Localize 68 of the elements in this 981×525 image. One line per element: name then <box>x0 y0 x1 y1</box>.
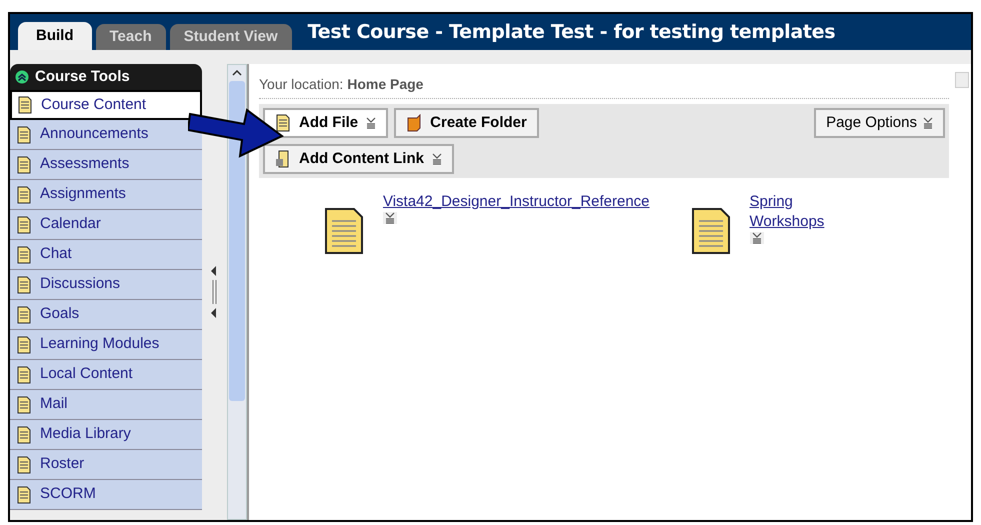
page-icon <box>16 126 32 144</box>
menu-caret-icon[interactable] <box>752 232 762 244</box>
expand-icon[interactable] <box>15 70 29 84</box>
sidebar-item-label[interactable]: Learning Modules <box>40 333 160 356</box>
page-icon <box>16 486 32 504</box>
linked-page-icon <box>274 150 291 168</box>
sidebar-item[interactable]: Discussions <box>10 270 202 300</box>
sidebar-item[interactable]: SCORM <box>10 480 202 510</box>
sidebar-item[interactable]: Assessments <box>10 150 202 180</box>
file-link[interactable]: Vista42_Designer_Instructor_Reference <box>382 192 650 212</box>
sidebar-item[interactable]: Mail <box>10 390 202 420</box>
sidebar-item-label[interactable]: Mail <box>40 393 68 416</box>
page-icon <box>16 456 32 474</box>
page-icon <box>274 114 291 132</box>
create-folder-button[interactable]: Create Folder <box>394 108 539 138</box>
sidebar-item-label[interactable]: Course Content <box>41 94 146 116</box>
sidebar-item-label[interactable]: Discussions <box>40 273 120 296</box>
scroll-thumb[interactable] <box>229 81 245 401</box>
tab[interactable]: Build <box>18 22 92 50</box>
document-icon[interactable] <box>690 206 732 256</box>
sidebar-item-label[interactable]: SCORM <box>40 483 96 506</box>
page-icon <box>16 276 32 294</box>
sidebar-item-label[interactable]: Assignments <box>40 183 126 206</box>
tab[interactable]: Student View <box>170 24 292 50</box>
sidebar-item[interactable]: Announcements <box>10 120 202 150</box>
page-icon <box>16 366 32 384</box>
sidebar-item[interactable]: Chat <box>10 240 202 270</box>
sidebar-item[interactable]: Media Library <box>10 420 202 450</box>
sidebar-item[interactable]: Course Content <box>10 90 202 120</box>
page-icon <box>16 186 32 204</box>
sidebar-item[interactable]: Local Content <box>10 360 202 390</box>
page-icon <box>16 336 32 354</box>
sidebar-item-label[interactable]: Calendar <box>40 213 101 236</box>
sidebar-item[interactable]: Assignments <box>10 180 202 210</box>
page-icon <box>16 426 32 444</box>
sidebar-item-label[interactable]: Chat <box>40 243 72 266</box>
tab[interactable]: Teach <box>96 24 166 50</box>
menu-caret-icon[interactable] <box>384 212 395 224</box>
menu-caret-icon[interactable] <box>366 117 376 129</box>
course-title: Test Course - Template Test - for testing templates <box>308 20 836 45</box>
sidebar-item-label[interactable]: Assessments <box>40 153 130 176</box>
page-icon <box>16 156 32 174</box>
menu-caret-icon[interactable] <box>922 117 933 129</box>
add-link-button[interactable]: Add Content Link <box>262 144 454 174</box>
sidebar-title: Course Tools <box>35 66 130 87</box>
sidebar-item-label[interactable]: Announcements <box>40 123 148 146</box>
scroll-up-icon[interactable] <box>232 70 242 76</box>
page-icon <box>17 96 33 114</box>
page-icon <box>16 306 32 324</box>
menu-caret-icon[interactable] <box>432 153 442 165</box>
page-icon <box>16 216 32 234</box>
sidebar-item-label[interactable]: Local Content <box>40 363 133 386</box>
scrollbar[interactable] <box>227 64 247 520</box>
page-options-button[interactable]: Page Options <box>814 108 945 138</box>
document-icon[interactable] <box>322 206 365 256</box>
page-icon <box>16 246 32 264</box>
sidebar-item[interactable]: Roster <box>10 450 202 480</box>
sidebar-item-label[interactable]: Goals <box>40 303 80 326</box>
sidebar-item-label[interactable]: Roster <box>40 453 84 476</box>
add-file-button[interactable]: Add File <box>262 108 388 138</box>
sidebar-item[interactable]: Learning Modules <box>10 330 202 360</box>
sidebar-item-label[interactable]: Media Library <box>40 423 131 446</box>
location-text: Your location: Home Page <box>258 74 949 99</box>
sidebar-item[interactable]: Calendar <box>10 210 202 240</box>
sidebar-item[interactable]: Goals <box>10 300 202 330</box>
folder-icon <box>406 114 422 132</box>
file-link[interactable]: Spring Workshops <box>750 192 840 232</box>
page-icon <box>16 396 32 414</box>
